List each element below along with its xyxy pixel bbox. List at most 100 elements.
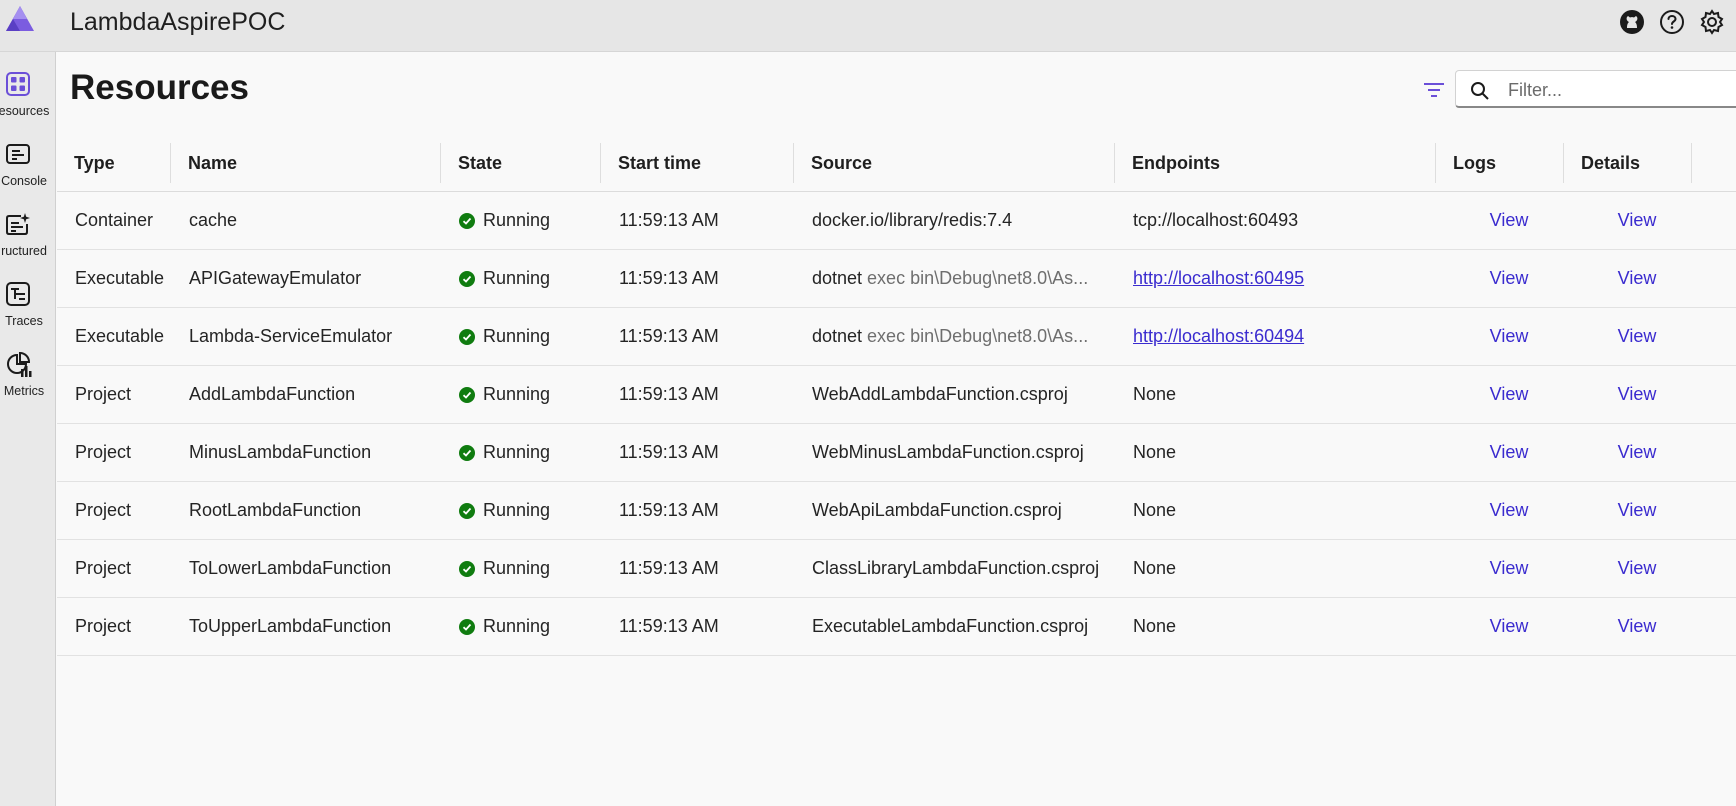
cell-endpoints: None: [1115, 481, 1436, 540]
resources-icon: [6, 72, 30, 96]
view-details-link[interactable]: View: [1618, 210, 1657, 230]
view-logs-link[interactable]: View: [1490, 558, 1529, 578]
aspire-logo-icon[interactable]: [4, 4, 36, 34]
running-check-icon: [459, 328, 475, 345]
column-header-state[interactable]: State: [441, 135, 601, 192]
cell-logs: View: [1436, 191, 1564, 250]
resources-table: Type Name State Start time Source Endpoi…: [57, 135, 1736, 656]
sidebar-item-label: ructured: [1, 244, 47, 258]
sidebar-item-traces[interactable]: Traces: [0, 272, 56, 338]
cell-source: ClassLibraryLambdaFunction.csproj: [794, 539, 1115, 598]
settings-icon[interactable]: [1698, 8, 1726, 36]
github-icon[interactable]: [1618, 8, 1646, 36]
sidebar-item-structured[interactable]: ructured: [0, 202, 56, 268]
source-command: dotnet: [812, 268, 863, 288]
cell-source: ExecutableLambdaFunction.csproj: [794, 597, 1115, 656]
view-logs-link[interactable]: View: [1490, 500, 1529, 520]
column-header-label: State: [458, 152, 503, 173]
filter-button[interactable]: [1420, 76, 1448, 104]
source-command: ExecutableLambdaFunction.csproj: [812, 616, 1089, 636]
view-details-link[interactable]: View: [1618, 384, 1657, 404]
cell-endpoints: http://localhost:60495: [1115, 249, 1436, 308]
cell-details: View: [1564, 249, 1692, 308]
cell-state: Running: [441, 481, 601, 540]
sidebar-item-resources[interactable]: esources: [0, 62, 56, 128]
source-command: WebAddLambdaFunction.csproj: [812, 384, 1068, 404]
view-logs-link[interactable]: View: [1490, 384, 1529, 404]
endpoint-link[interactable]: http://localhost:60495: [1133, 268, 1304, 288]
state-label: Running: [483, 268, 551, 288]
cell-endpoints: http://localhost:60494: [1115, 307, 1436, 366]
top-header: LambdaAspirePOC: [0, 0, 1736, 52]
help-icon[interactable]: [1658, 8, 1686, 36]
sidebar-item-console[interactable]: Console: [0, 132, 56, 198]
cell-source: dotnet exec bin\Debug\net8.0\As...: [794, 249, 1115, 308]
view-logs-link[interactable]: View: [1490, 210, 1529, 230]
cell-name: RootLambdaFunction: [171, 481, 441, 540]
column-header-label: Source: [811, 152, 873, 173]
sidebar-item-label: Traces: [5, 314, 43, 328]
cell-start-time: 11:59:13 AM: [601, 597, 794, 656]
endpoint-text: None: [1133, 442, 1177, 462]
endpoint-text: None: [1133, 616, 1177, 636]
source-command: docker.io/library/redis:7.4: [812, 210, 1013, 230]
endpoint-link[interactable]: http://localhost:60494: [1133, 326, 1304, 346]
view-logs-link[interactable]: View: [1490, 268, 1529, 288]
cell-state: Running: [441, 365, 601, 424]
search-input[interactable]: [1506, 77, 1736, 103]
cell-details: View: [1564, 365, 1692, 424]
cell-logs: View: [1436, 597, 1564, 656]
table-row: Project ToUpperLambdaFunction Running 11:59…: [57, 597, 1736, 656]
cell-state: Running: [441, 539, 601, 598]
cell-name: APIGatewayEmulator: [171, 249, 441, 308]
cell-start-time: 11:59:13 AM: [601, 423, 794, 482]
view-logs-link[interactable]: View: [1490, 616, 1529, 636]
cell-logs: View: [1436, 307, 1564, 366]
cell-name: ToLowerLambdaFunction: [171, 539, 441, 598]
search-box: [1455, 70, 1736, 108]
column-header-type[interactable]: Type: [57, 135, 171, 192]
running-check-icon: [459, 618, 475, 635]
state-label: Running: [483, 442, 551, 462]
view-details-link[interactable]: View: [1618, 268, 1657, 288]
structured-icon: [6, 213, 30, 235]
cell-source: WebAddLambdaFunction.csproj: [794, 365, 1115, 424]
cell-details: View: [1564, 481, 1692, 540]
source-command: WebMinusLambdaFunction.csproj: [812, 442, 1084, 462]
cell-source: docker.io/library/redis:7.4: [794, 191, 1115, 250]
cell-state: Running: [441, 307, 601, 366]
filter-icon: [1424, 83, 1444, 97]
view-details-link[interactable]: View: [1618, 326, 1657, 346]
column-header-logs[interactable]: Logs: [1436, 135, 1564, 192]
view-logs-link[interactable]: View: [1490, 442, 1529, 462]
source-command: ClassLibraryLambdaFunction.csproj: [812, 558, 1100, 578]
cell-details: View: [1564, 191, 1692, 250]
view-details-link[interactable]: View: [1618, 442, 1657, 462]
app-title[interactable]: LambdaAspirePOC: [70, 8, 285, 37]
running-check-icon: [459, 270, 475, 287]
cell-details: View: [1564, 423, 1692, 482]
cell-spacer: [1692, 597, 1736, 656]
cell-spacer: [1692, 365, 1736, 424]
state-label: Running: [483, 616, 551, 636]
column-header-name[interactable]: Name: [171, 135, 441, 192]
view-logs-link[interactable]: View: [1490, 326, 1529, 346]
view-details-link[interactable]: View: [1618, 558, 1657, 578]
view-details-link[interactable]: View: [1618, 616, 1657, 636]
cell-spacer: [1692, 423, 1736, 482]
view-details-link[interactable]: View: [1618, 500, 1657, 520]
column-header-endpoints[interactable]: Endpoints: [1115, 135, 1436, 192]
cell-endpoints: None: [1115, 365, 1436, 424]
sidebar-item-metrics[interactable]: Metrics: [0, 342, 56, 408]
table-row: Project MinusLambdaFunction Running 11:59:1…: [57, 423, 1736, 482]
cell-source: WebMinusLambdaFunction.csproj: [794, 423, 1115, 482]
column-header-spacer: [1692, 135, 1736, 192]
cell-type: Executable: [57, 249, 171, 308]
column-header-start-time[interactable]: Start time: [601, 135, 794, 192]
cell-type: Container: [57, 191, 171, 250]
source-command: WebApiLambdaFunction.csproj: [812, 500, 1062, 520]
cell-endpoints: None: [1115, 423, 1436, 482]
column-header-details[interactable]: Details: [1564, 135, 1692, 192]
cell-type: Project: [57, 365, 171, 424]
column-header-source[interactable]: Source: [794, 135, 1115, 192]
